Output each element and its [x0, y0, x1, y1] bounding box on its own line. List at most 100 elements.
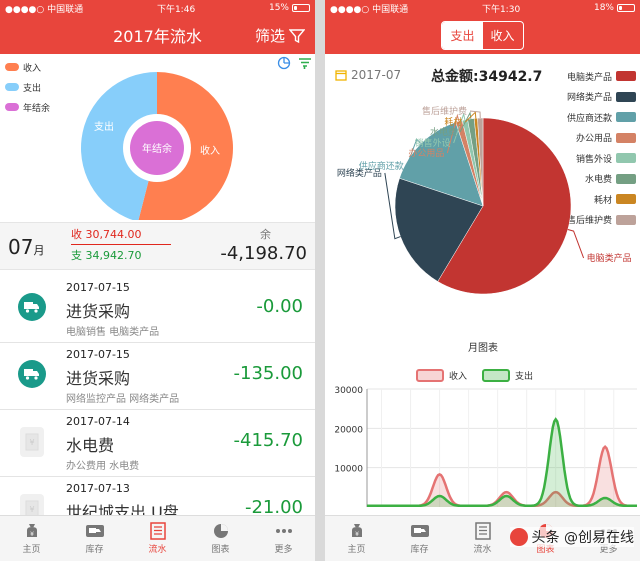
- pie-chart-icon: [213, 524, 228, 538]
- tab-label: 主页: [22, 545, 41, 555]
- list-item[interactable]: 2017-07-15 进货采购 电脑销售 电脑类产品 -0.00: [0, 276, 315, 343]
- tab-ledger[interactable]: 流水: [126, 516, 189, 561]
- svg-text:¥: ¥: [30, 531, 34, 538]
- transaction-date: 2017-07-15: [66, 348, 130, 361]
- clock: 下午1:46: [156, 4, 196, 15]
- monthly-area-chart: 月图表收入 支出 30000 20000 10000: [334, 341, 637, 508]
- transaction-category: 电脑销售 电脑类产品: [66, 327, 160, 338]
- receipt-icon: ¥: [20, 427, 44, 457]
- y-tick-label: 10000: [334, 465, 363, 475]
- month-number: 07: [8, 235, 34, 259]
- income-expense-donut: 支出 收入 年结余: [81, 72, 233, 220]
- battery-percent: 15%: [268, 3, 289, 13]
- period-label: 2017-07: [351, 68, 402, 82]
- truck-icon: [410, 525, 429, 537]
- legend-swatch: [616, 71, 636, 82]
- legend-label: 收入: [449, 370, 467, 382]
- category-pie-chart: 电脑类产品网络类产品供应商还款办公用品销售外设水电费耗材售后维护费: [337, 105, 632, 295]
- tab-label: 库存: [85, 545, 104, 555]
- month-income: 收 30,744.00: [71, 226, 171, 245]
- transaction-title: 进货采购: [66, 369, 131, 388]
- money-bag-icon: ¥: [26, 524, 37, 538]
- svg-text:¥: ¥: [29, 505, 34, 514]
- period-selector[interactable]: 2017-07: [335, 68, 401, 82]
- legend-swatch[interactable]: [416, 369, 444, 382]
- carrier: ●●●●○ 中国联通: [330, 4, 409, 15]
- pie-slice-label: 电脑类产品: [587, 252, 632, 264]
- tab-label: 库存: [410, 545, 429, 555]
- tab-home[interactable]: ¥ 主页: [0, 516, 63, 561]
- transaction-title: 进货采购: [66, 302, 131, 321]
- more-icon: [275, 529, 292, 533]
- nav-bar: 支出 收入: [325, 16, 640, 54]
- clock: 下午1:30: [481, 4, 521, 15]
- svg-text:¥: ¥: [355, 531, 359, 538]
- tab-ledger[interactable]: 流水: [451, 516, 514, 561]
- left-phone-screen: ●●●●○ 中国联通 下午1:46 15% 2017年流水 筛选 收入 支出 年…: [0, 0, 315, 561]
- month-label: 07月: [8, 235, 44, 259]
- total-amount: 总金额:34942.7: [431, 69, 543, 85]
- status-bar: ●●●●○ 中国联通 下午1:46 15%: [0, 0, 315, 16]
- donut-label-balance: 年结余: [142, 142, 172, 155]
- tab-label: 主页: [347, 545, 366, 555]
- segment-income[interactable]: 收入: [483, 22, 523, 49]
- truck-icon: [18, 360, 46, 388]
- type-segmented-control: 支出 收入: [441, 20, 524, 50]
- legend-item[interactable]: 电脑类产品: [567, 66, 636, 87]
- tab-bar: ¥ 主页 库存 流水 图表 更多: [0, 515, 315, 561]
- svg-text:¥: ¥: [29, 438, 34, 447]
- battery-icon: [617, 4, 635, 12]
- tab-inventory[interactable]: 库存: [388, 516, 451, 561]
- watermark-logo: [509, 528, 528, 546]
- pie-slice-label: 销售外设: [415, 137, 451, 149]
- transaction-date: 2017-07-13: [66, 482, 130, 495]
- nav-bar: 2017年流水 筛选: [0, 16, 315, 54]
- funnel-icon: [289, 28, 305, 43]
- transaction-title: 水电费: [66, 436, 115, 455]
- month-summary[interactable]: 07月 收 30,744.00 支 34,942.70 余 -4,198.70: [0, 222, 315, 270]
- battery-percent: 18%: [593, 3, 614, 13]
- y-tick-label: 30000: [334, 386, 363, 396]
- transaction-amount: -0.00: [256, 296, 303, 317]
- pie-slice-label: 售后维护费: [422, 105, 467, 117]
- transaction-category: 网络监控产品 网络类产品: [66, 394, 180, 405]
- filter-label: 筛选: [254, 27, 285, 45]
- transaction-amount: -135.00: [233, 363, 303, 384]
- truck-icon: [18, 293, 46, 321]
- tab-charts[interactable]: 图表: [189, 516, 252, 561]
- month-expense: 支 34,942.70: [71, 249, 142, 262]
- balance-label: 余: [260, 228, 271, 241]
- truck-icon: [85, 525, 104, 537]
- tab-inventory[interactable]: 库存: [63, 516, 126, 561]
- y-tick-label: 20000: [334, 425, 363, 435]
- list-item[interactable]: 2017-07-15 进货采购 网络监控产品 网络类产品 -135.00: [0, 343, 315, 410]
- ledger-icon: [474, 522, 491, 540]
- transaction-date: 2017-07-14: [66, 415, 130, 428]
- tab-home[interactable]: ¥ 主页: [325, 516, 388, 561]
- donut-label-income: 收入: [200, 144, 220, 157]
- ledger-icon: [149, 522, 166, 540]
- tab-label: 图表: [211, 545, 230, 555]
- month-unit: 月: [33, 244, 45, 257]
- tab-label: 流水: [148, 545, 167, 555]
- list-item[interactable]: ¥ 2017-07-14 水电费 办公费用 水电费 -415.70: [0, 410, 315, 477]
- pie-slice-label: 供应商还款: [359, 160, 404, 172]
- pie-slice-label: 耗材: [444, 116, 462, 128]
- pie-label-line: [567, 229, 585, 259]
- watermark-text: 头条 @创易在线: [531, 530, 634, 546]
- transaction-category: 办公费用 水电费: [66, 461, 140, 472]
- tab-more[interactable]: 更多: [252, 516, 315, 561]
- filter-button[interactable]: 筛选: [255, 25, 305, 46]
- calendar-icon: [335, 70, 347, 81]
- page-title: 2017年流水: [113, 27, 202, 46]
- tab-label: 更多: [274, 545, 293, 555]
- legend-swatch[interactable]: [482, 369, 510, 382]
- right-phone-screen: ●●●●○ 中国联通 下午1:30 18% 支出 收入 2017-07 总金额:…: [325, 0, 640, 561]
- transaction-list: 2017-07-15 进货采购 电脑销售 电脑类产品 -0.00 2017-07…: [0, 276, 315, 544]
- status-bar: ●●●●○ 中国联通 下午1:30 18%: [325, 0, 640, 16]
- segment-expense[interactable]: 支出: [442, 21, 483, 49]
- transaction-date: 2017-07-15: [66, 281, 130, 294]
- donut-label-expense: 支出: [94, 120, 114, 133]
- carrier: ●●●●○ 中国联通: [5, 4, 84, 15]
- legend-label: 支出: [515, 370, 533, 382]
